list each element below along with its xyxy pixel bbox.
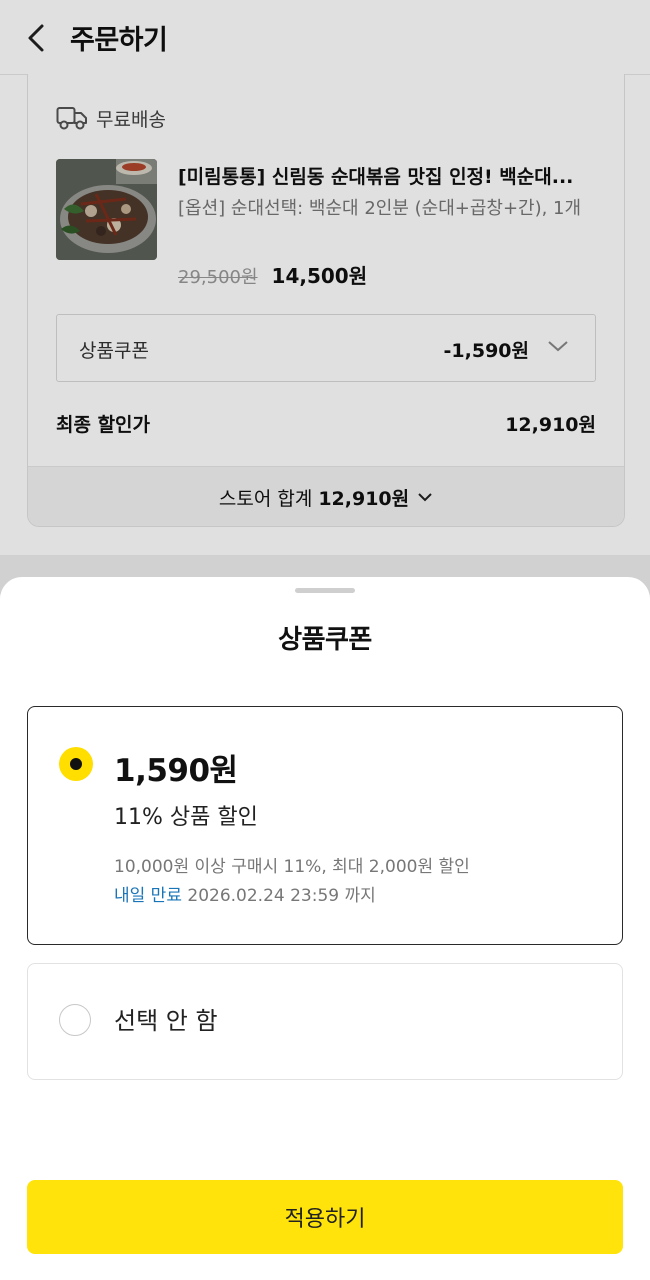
coupon-expiry: 내일 만료 2026.02.24 23:59 까지 [114,881,376,906]
expiry-date: 2026.02.24 23:59 까지 [187,886,376,906]
none-option-label: 선택 안 함 [114,1007,218,1035]
coupon-option-selected[interactable]: 1,590원 11% 상품 할인 10,000원 이상 구매시 11%, 최대 … [27,706,623,945]
coupon-amount: 1,590원 [114,753,238,789]
radio-dot [70,758,82,770]
sheet-drag-handle[interactable] [295,588,355,593]
coupon-condition: 10,000원 이상 구매시 11%, 최대 2,000원 할인 [114,857,470,877]
apply-button[interactable]: 적용하기 [27,1180,623,1254]
coupon-bottom-sheet: 상품쿠폰 1,590원 11% 상품 할인 10,000원 이상 구매시 11%… [0,577,650,1280]
radio-unselected[interactable] [59,1004,91,1036]
coupon-option-none[interactable]: 선택 안 함 [27,963,623,1080]
radio-selected[interactable] [59,747,93,781]
coupon-name: 11% 상품 할인 [114,805,258,830]
sheet-title: 상품쿠폰 [278,625,372,655]
expiry-highlight: 내일 만료 [114,886,182,906]
